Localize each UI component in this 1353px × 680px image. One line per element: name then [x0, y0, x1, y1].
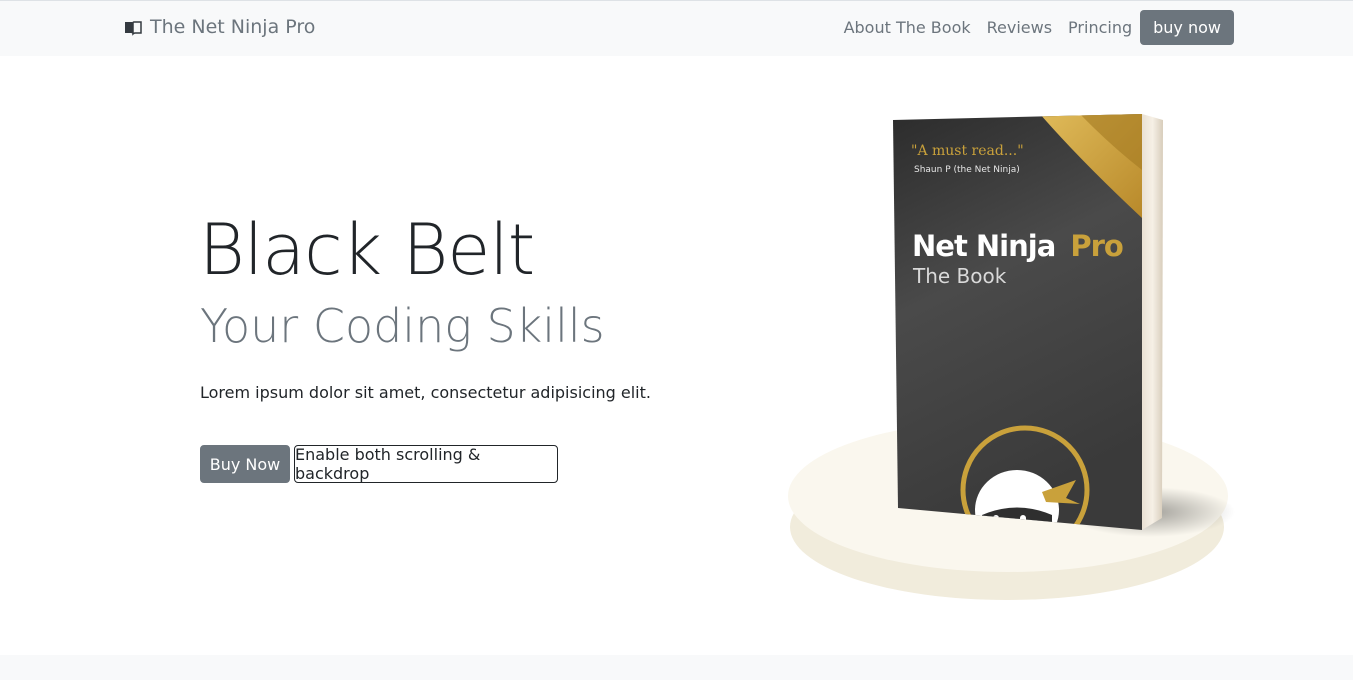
hero-lead: Lorem ipsum dolor sit amet, consectetur …: [200, 383, 651, 402]
buy-now-button[interactable]: Buy Now: [200, 445, 290, 483]
book-subtitle: The Book: [912, 264, 1007, 288]
book-quote-author: Shaun P (the Net Ninja): [914, 165, 1020, 175]
nav-link-pricing[interactable]: Princing: [1060, 10, 1140, 45]
nav-links: About The Book Reviews Princing buy now: [836, 10, 1234, 45]
brand-link[interactable]: The Net Ninja Pro: [124, 16, 315, 38]
book-title-main: Net Ninja: [912, 229, 1055, 263]
buy-now-nav-button[interactable]: buy now: [1140, 10, 1234, 45]
page: The Net Ninja Pro About The Book Reviews…: [0, 0, 1353, 680]
next-section-strip: [0, 655, 1353, 680]
book-pages: [1142, 114, 1163, 530]
nav-link-about[interactable]: About The Book: [836, 10, 979, 45]
hero-title: Black Belt: [199, 209, 535, 291]
hero-subtitle: Your Coding Skills: [200, 299, 605, 353]
book-title: Net Ninja Pro: [912, 229, 1123, 263]
brand-text: The Net Ninja Pro: [150, 16, 316, 38]
book-icon: [124, 19, 142, 36]
nav-link-reviews[interactable]: Reviews: [979, 10, 1060, 45]
book-quote: "A must read...": [911, 143, 1024, 159]
enable-scrolling-backdrop-button[interactable]: Enable both scrolling & backdrop: [294, 445, 558, 483]
book-title-accent: Pro: [1070, 229, 1123, 263]
book-illustration: "A must read..." Shaun P (the Net Ninja)…: [780, 100, 1240, 610]
navbar: The Net Ninja Pro About The Book Reviews…: [0, 0, 1353, 56]
